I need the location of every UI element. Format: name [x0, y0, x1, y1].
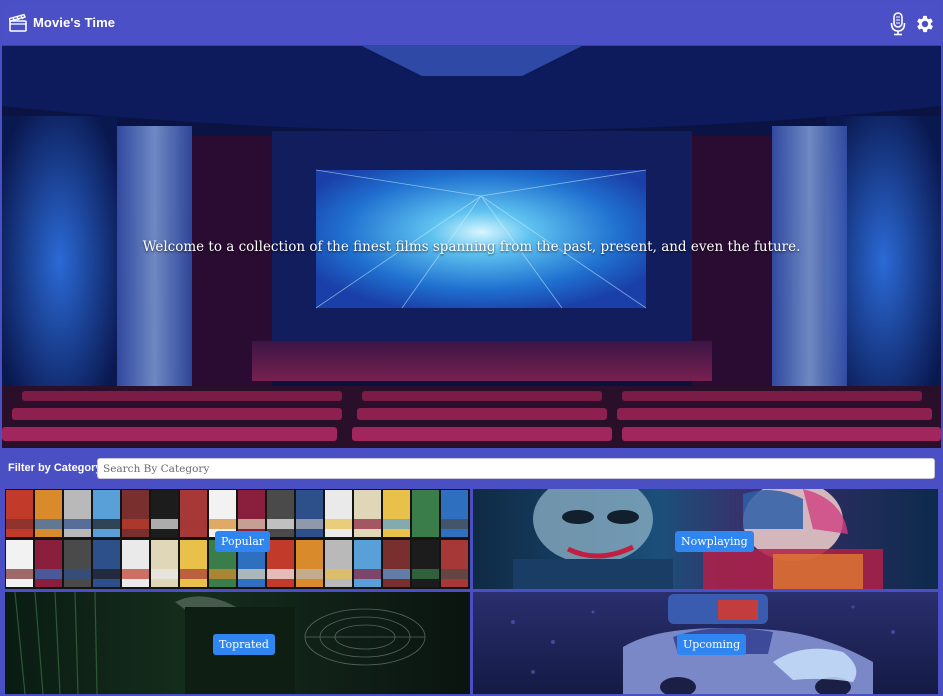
gear-icon[interactable] [914, 13, 936, 35]
filter-bar: Filter by Category [2, 448, 941, 489]
clapperboard-icon [9, 14, 27, 32]
app-title: Movie's Time [33, 15, 116, 30]
hero-tagline: Welcome to a collection of the finest fi… [142, 239, 801, 255]
top-navbar: Movie's Time [2, 2, 941, 46]
category-label-popular[interactable]: Popular [215, 531, 271, 552]
category-tile-nowplaying[interactable]: Nowplaying [473, 489, 938, 589]
hero-banner: Welcome to a collection of the finest fi… [2, 46, 941, 448]
category-tile-popular[interactable]: Popular [5, 489, 470, 589]
filter-label: Filter by Category [8, 462, 102, 474]
category-label-nowplaying[interactable]: Nowplaying [675, 531, 754, 552]
category-search-input[interactable] [97, 458, 935, 479]
category-label-toprated[interactable]: Toprated [213, 634, 275, 655]
category-tile-upcoming[interactable]: Upcoming [473, 592, 938, 694]
microphone-icon[interactable] [890, 12, 906, 36]
app-frame: Movie's Time Welcome to a collection of … [2, 2, 941, 694]
category-tile-toprated[interactable]: Toprated [5, 592, 470, 694]
category-label-upcoming[interactable]: Upcoming [677, 634, 747, 655]
